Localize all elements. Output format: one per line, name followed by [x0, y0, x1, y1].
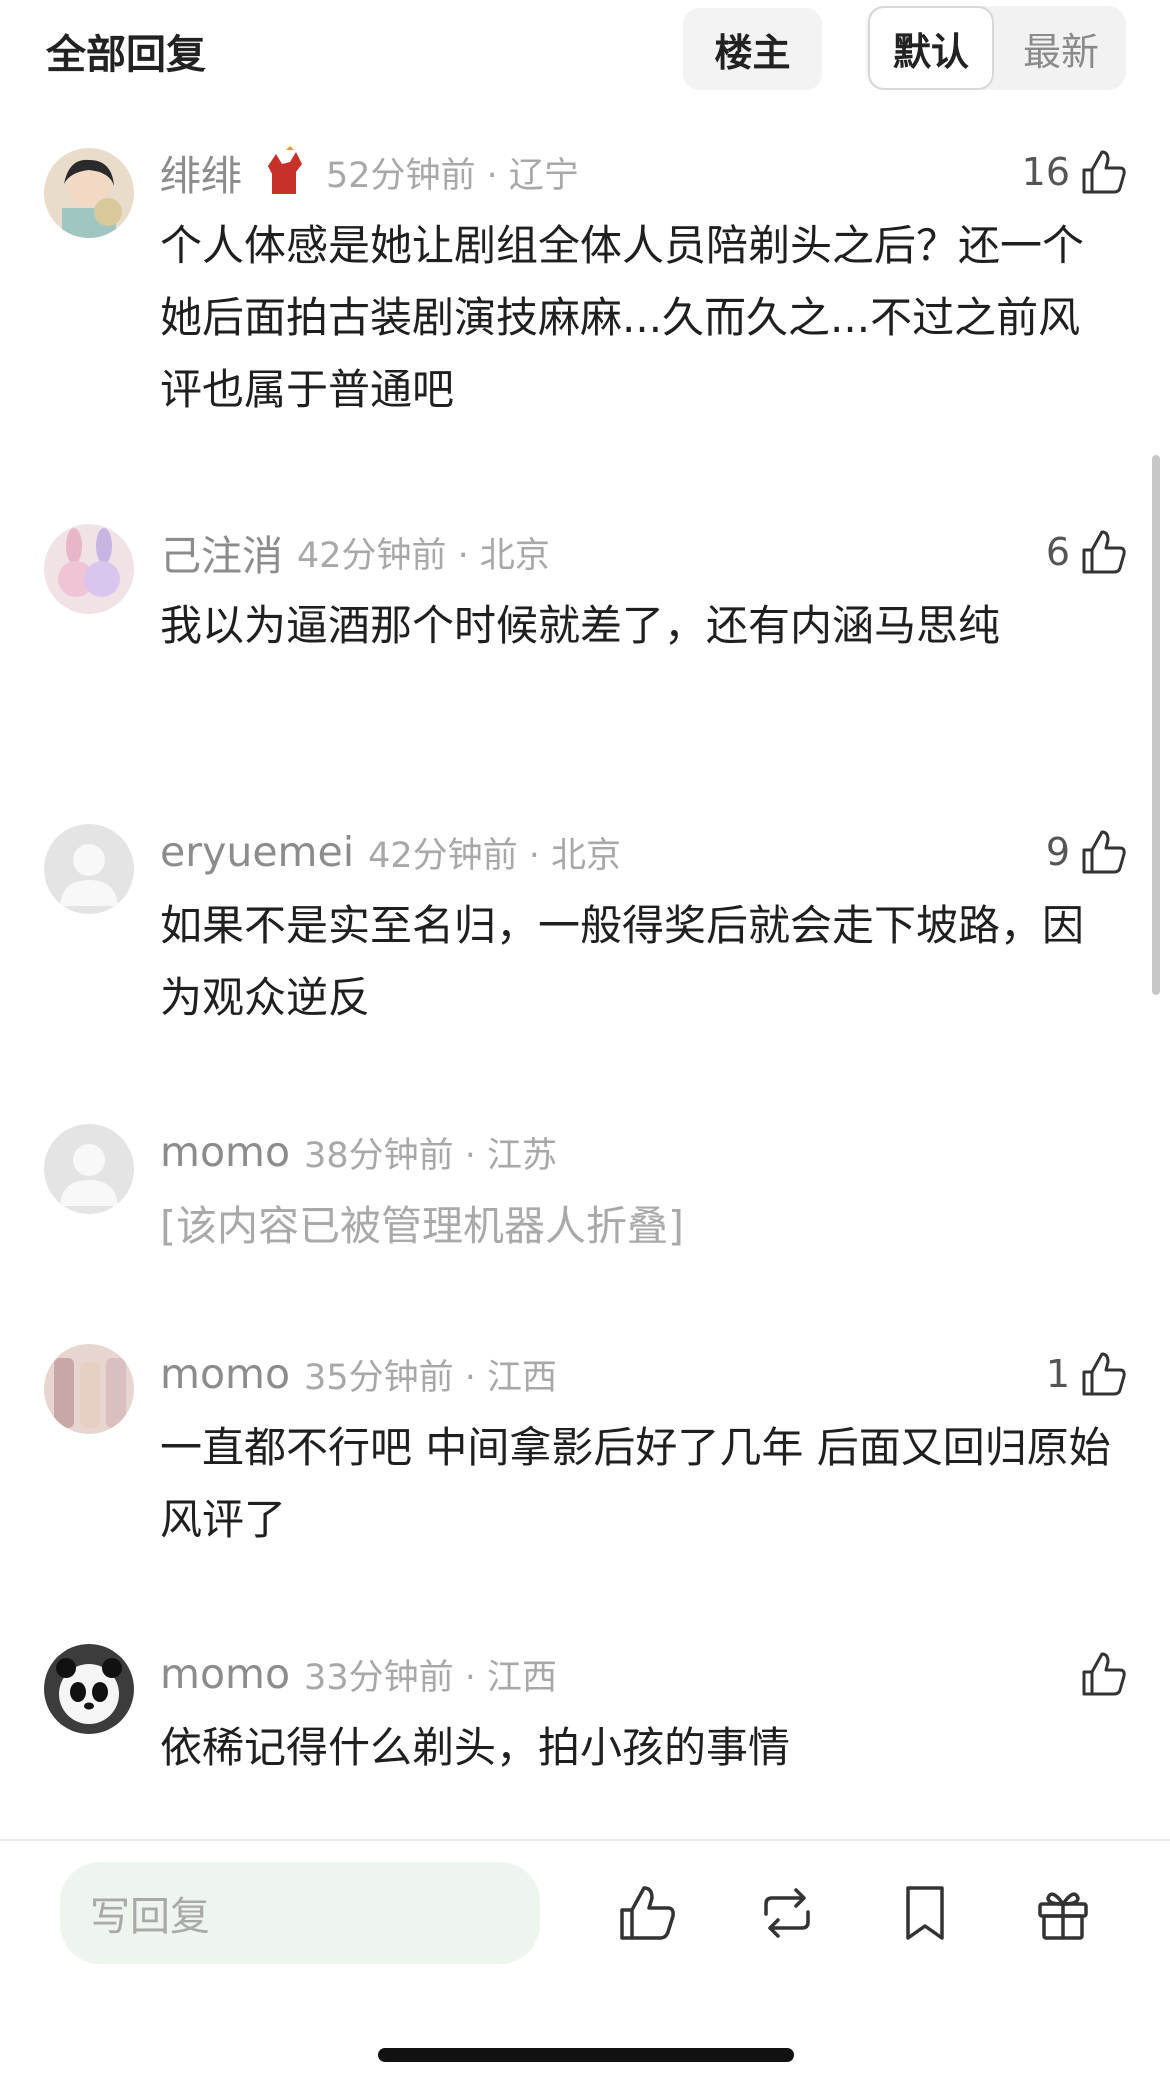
folded-comment-text[interactable]: [该内容已被管理机器人折叠] — [160, 1190, 1120, 1262]
time-location: 42分钟前 · 北京 — [297, 535, 550, 576]
time-location: 52分钟前 · 辽宁 — [326, 155, 579, 196]
sort-default-button[interactable]: 默认 — [868, 6, 994, 90]
comment-meta: momo 38分钟前 · 江苏 — [160, 1128, 557, 1176]
avatar[interactable] — [44, 1644, 134, 1734]
like-count: 9 — [1045, 830, 1070, 874]
comment-meta: 己注消 42分钟前 · 北京 — [160, 528, 550, 580]
like-button[interactable]: 6 — [1046, 524, 1130, 580]
time-location: 42分钟前 · 北京 — [368, 835, 622, 876]
avatar[interactable] — [44, 148, 134, 238]
reply-input[interactable]: 写回复 — [60, 1862, 540, 1964]
bookmark-icon[interactable] — [892, 1880, 958, 1946]
comment-text: 一直都不行吧 中间拿影后好了几年 后面又回归原始风评了 — [160, 1423, 1111, 1544]
avatar[interactable] — [44, 1124, 134, 1214]
like-button[interactable]: 1 — [1046, 1346, 1130, 1402]
username[interactable]: momo — [160, 1650, 290, 1698]
reply-header: 全部回复 楼主 默认 最新 — [0, 0, 1170, 100]
comment-meta: momo 33分钟前 · 江西 — [160, 1650, 557, 1698]
username[interactable]: 绯绯 — [160, 142, 242, 202]
avatar[interactable] — [44, 524, 134, 614]
thumbs-up-icon — [1082, 1352, 1126, 1396]
bottom-divider — [0, 1839, 1170, 1841]
like-count: 1 — [1045, 1352, 1070, 1396]
time-location: 35分钟前 · 江西 — [304, 1357, 557, 1398]
thumbs-up-icon — [1082, 1652, 1126, 1696]
scrollbar[interactable] — [1152, 455, 1160, 995]
achievement-badge-icon — [268, 146, 302, 194]
comment-meta: eryuemei 42分钟前 · 北京 — [160, 828, 621, 876]
username[interactable]: momo — [160, 1350, 290, 1398]
username[interactable]: eryuemei — [160, 828, 354, 876]
comment-text: 我以为逼酒那个时候就差了，还有内涵马思纯 — [160, 601, 1001, 650]
time-location: 38分钟前 · 江苏 — [304, 1135, 557, 1176]
op-only-button[interactable]: 楼主 — [683, 8, 822, 90]
like-button[interactable]: 9 — [1046, 824, 1130, 880]
avatar[interactable] — [44, 1344, 134, 1434]
repost-icon[interactable] — [754, 1880, 820, 1946]
thumbs-up-icon — [1082, 830, 1126, 874]
comment-text: 如果不是实至名归，一般得奖后就会走下坡路，因为观众逆反 — [160, 901, 1085, 1022]
thumbs-up-icon — [1082, 530, 1126, 574]
username[interactable]: momo — [160, 1128, 290, 1176]
comment-meta: momo 35分钟前 · 江西 — [160, 1350, 557, 1398]
like-button[interactable]: 16 — [1022, 144, 1130, 200]
comment-text: 个人体感是她让剧组全体人员陪剃头之后？还一个她后面拍古装剧演技麻麻...久而久之… — [160, 221, 1085, 414]
like-icon[interactable] — [614, 1880, 680, 1946]
gift-icon[interactable] — [1030, 1880, 1096, 1946]
comment-meta: 绯绯 52分钟前 · 辽宁 — [160, 146, 579, 200]
avatar[interactable] — [44, 824, 134, 914]
sort-toggle: 默认 最新 — [866, 6, 1126, 90]
like-button[interactable] — [1078, 1646, 1130, 1702]
time-location: 33分钟前 · 江西 — [304, 1657, 557, 1698]
username[interactable]: 己注消 — [160, 522, 283, 582]
comment-text: 依稀记得什么剃头，拍小孩的事情 — [160, 1723, 791, 1772]
home-indicator[interactable] — [378, 2048, 794, 2062]
thumbs-up-icon — [1082, 150, 1126, 194]
sort-latest-button[interactable]: 最新 — [998, 6, 1124, 90]
like-count: 6 — [1045, 530, 1070, 574]
all-replies-title: 全部回复 — [46, 32, 206, 78]
like-count: 16 — [1021, 150, 1070, 194]
